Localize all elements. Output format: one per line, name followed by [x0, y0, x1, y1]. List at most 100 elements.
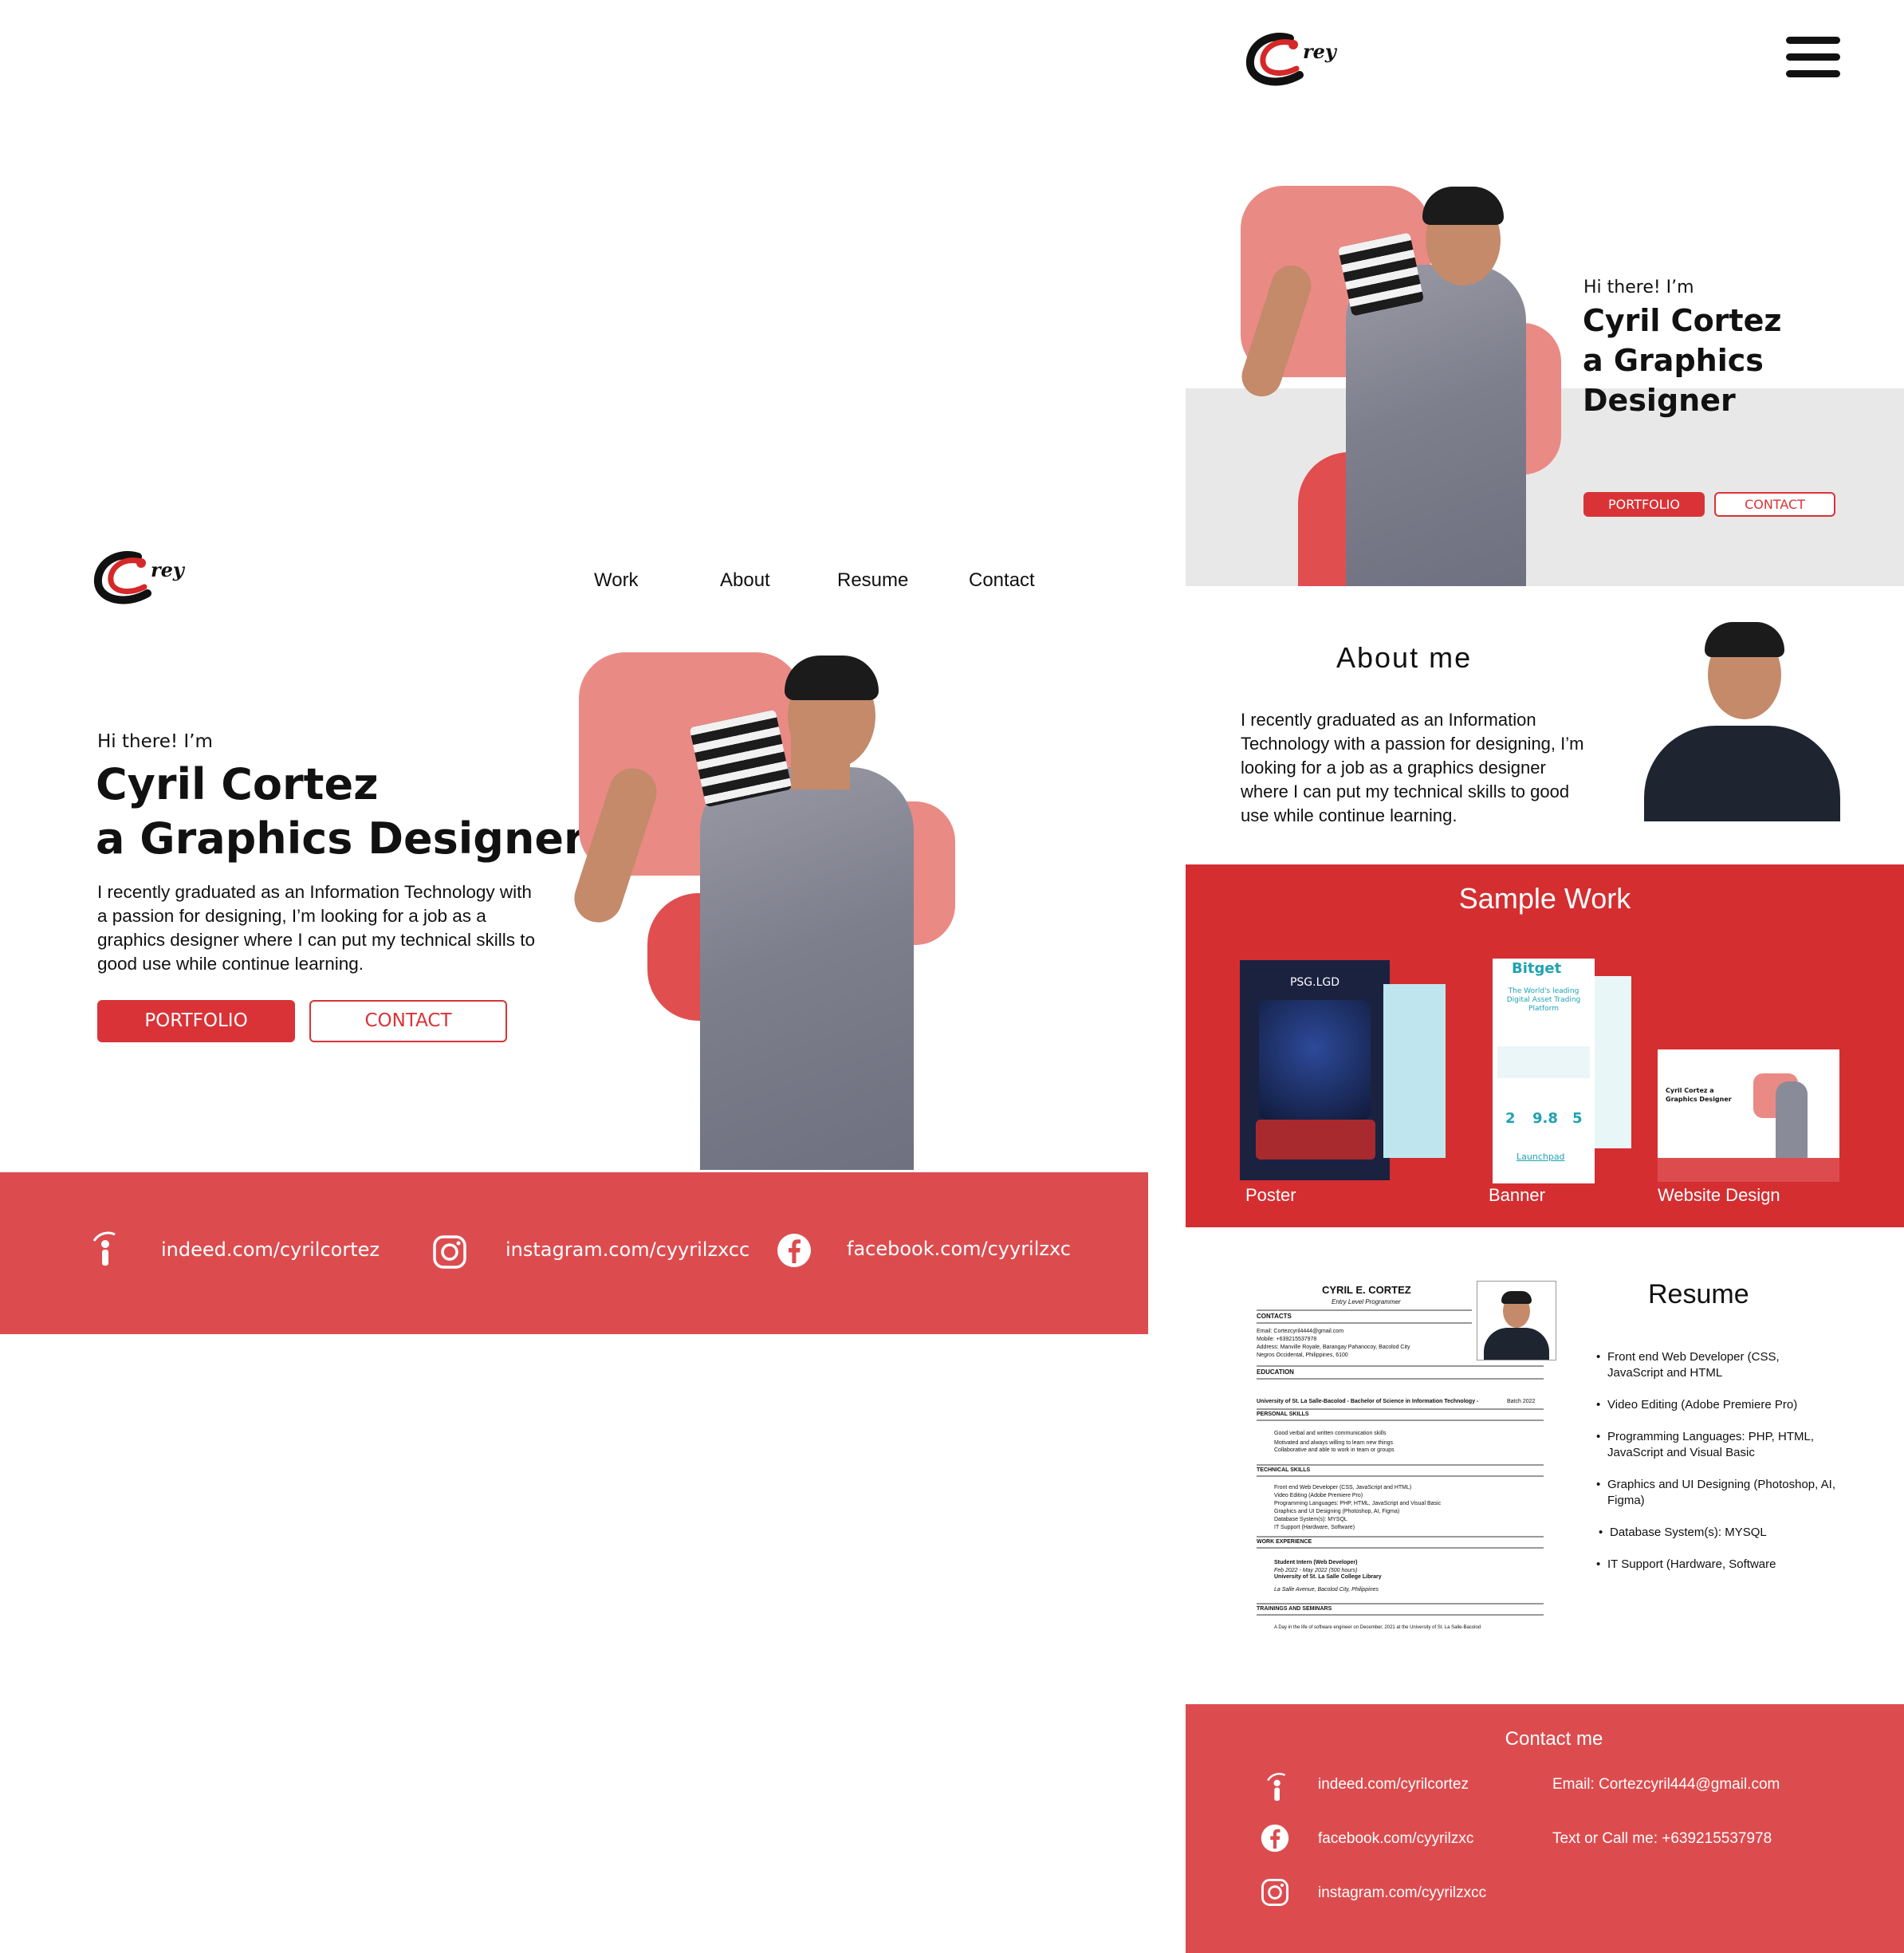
contact-instagram-link[interactable]: instagram.com/cyyrilzxcc [1318, 1884, 1486, 1902]
website-thumbnail[interactable]: Cyril Cortez a Graphics Designer [1658, 1049, 1839, 1182]
banner-brand: Bitget [1512, 960, 1562, 977]
sample-work-title: Sample Work [1458, 882, 1631, 915]
nav-about[interactable]: About [720, 569, 770, 592]
website-label: Website Design [1658, 1185, 1780, 1205]
instagram-icon[interactable] [432, 1234, 467, 1270]
mobile-logo[interactable]: rey [1244, 29, 1339, 93]
contact-email[interactable]: Email: Cortezcyril444@gmail.com [1552, 1776, 1780, 1794]
mobile-hero-title-2: Designer [1583, 383, 1736, 418]
resume-personal-3: Collaborative and able to work in team o… [1274, 1447, 1395, 1453]
mobile-device-carried [1337, 232, 1425, 317]
resume-work-place: University of St. La Salle College Libra… [1274, 1574, 1382, 1580]
resume-school: University of St. La Salle-Bacolod - Bac… [1257, 1399, 1479, 1404]
banner-side [1595, 976, 1631, 1148]
website-thumb-title: Cyril Cortez a Graphics Designer [1666, 1087, 1732, 1103]
hero-name: Cyril Cortez [96, 759, 379, 809]
nav-resume[interactable]: Resume [837, 569, 908, 592]
resume-tech-3: Programming Languages: PHP, HTML, JavaSc… [1274, 1501, 1442, 1506]
footer-facebook-link[interactable]: facebook.com/cyyrilzxc [847, 1238, 1071, 1260]
resume-address-2: Negros Occidental, Philippines, 6100 [1257, 1353, 1348, 1358]
facebook-icon[interactable] [777, 1233, 812, 1268]
person-torso [700, 767, 914, 1170]
mobile-portfolio-button[interactable]: PORTFOLIO [1583, 492, 1705, 517]
resume-section-work: WORK EXPERIENCE [1257, 1539, 1312, 1545]
contact-title: Contact me [1505, 1728, 1603, 1750]
resume-mobile: Mobile: +639215537978 [1257, 1337, 1317, 1342]
resume-skill-2: • Video Editing (Adobe Premiere Pro) [1596, 1398, 1798, 1412]
resume-skill-3: • Programming Languages: PHP, HTML, JavaS… [1596, 1430, 1815, 1459]
resume-skill-1: • Front end Web Developer (CSS, JavaScrip… [1596, 1350, 1780, 1380]
resume-email: Email: Cortezcyril4444@gmail.com [1257, 1329, 1344, 1334]
contact-indeed-icon[interactable] [1264, 1771, 1288, 1801]
banner-stat-2: 9.8 [1532, 1110, 1558, 1127]
desktop-footer: indeed.com/cyrilcortez instagram.com/cyy… [0, 1172, 1148, 1334]
poster-side [1390, 984, 1446, 1158]
resume-section-trainings: TRAININGS AND SEMINARS [1257, 1606, 1332, 1612]
resume-skill-4: • Graphics and UI Designing (Photoshop, A… [1596, 1478, 1835, 1507]
resume-tech-5: Database System(s): MYSQL [1274, 1517, 1347, 1522]
mobile-hero-greeting: Hi there! I’m [1583, 278, 1694, 297]
contact-phone[interactable]: Text or Call me: +639215537978 [1552, 1830, 1772, 1848]
indeed-icon[interactable] [89, 1230, 118, 1266]
nav-work[interactable]: Work [594, 569, 639, 592]
about-title: About me [1336, 641, 1473, 674]
resume-tech-6: IT Support (Hardware, Software) [1274, 1525, 1355, 1530]
resume-tech-1: Front end Web Developer (CSS, JavaScript… [1274, 1485, 1412, 1490]
contact-instagram-icon[interactable] [1261, 1878, 1289, 1907]
hero-description: I recently graduated as an Information T… [97, 882, 536, 974]
about-photo [1644, 606, 1840, 821]
logo-text: rey [1303, 40, 1336, 63]
resume-document[interactable]: CYRIL E. CORTEZ Entry Level Programmer C… [1252, 1281, 1556, 1664]
resume-section-contacts: CONTACTS [1257, 1313, 1292, 1320]
poster-thumbnail[interactable]: PSG.LGD [1240, 960, 1390, 1180]
resume-work-title: Student Intern (Web Developer) [1274, 1560, 1358, 1565]
banner-tagline: The World's leading Digital Asset Tradin… [1506, 987, 1581, 1013]
hero-greeting: Hi there! I’m [97, 731, 213, 752]
mobile-contact-section: Contact me indeed.com/cyrilcortez facebo… [1186, 1704, 1904, 1953]
resume-address: Address: Manville Royale, Barangay Pahan… [1257, 1345, 1410, 1350]
contact-facebook-icon[interactable] [1261, 1824, 1289, 1853]
portfolio-button[interactable]: PORTFOLIO [97, 1000, 295, 1042]
hero-title: a Graphics Designer [96, 813, 585, 864]
mobile-person-torso [1346, 265, 1526, 586]
resume-personal-2: Motivated and always willing to learn ne… [1274, 1440, 1394, 1446]
banner-stat-1: 2 [1505, 1110, 1516, 1127]
nav-contact[interactable]: Contact [969, 569, 1035, 592]
mobile-hero-name: Cyril Cortez [1583, 303, 1782, 338]
resume-tech-2: Video Editing (Adobe Premiere Pro) [1274, 1493, 1363, 1498]
contact-indeed-link[interactable]: indeed.com/cyrilcortez [1318, 1776, 1469, 1794]
resume-section-education: EDUCATION [1257, 1368, 1294, 1376]
hamburger-menu-icon[interactable] [1786, 37, 1840, 78]
contact-facebook-link[interactable]: facebook.com/cyyrilzxc [1318, 1830, 1473, 1848]
mobile-contact-button[interactable]: CONTACT [1714, 492, 1835, 517]
resume-doc-photo [1477, 1281, 1556, 1360]
resume-section-technical: TECHNICAL SKILLS [1257, 1467, 1311, 1473]
footer-instagram-link[interactable]: instagram.com/cyyrilzxcc [506, 1238, 749, 1261]
footer-indeed-link[interactable]: indeed.com/cyrilcortez [161, 1238, 380, 1261]
contact-button[interactable]: CONTACT [309, 1000, 507, 1042]
desktop-logo[interactable]: rey [92, 547, 187, 611]
resume-doc-role: Entry Level Programmer [1332, 1298, 1401, 1305]
sample-work-section: Sample Work PSG.LGD Poster Bitget The Wo… [1186, 864, 1904, 1227]
resume-skill-5: • Database System(s): MYSQL [1599, 1526, 1767, 1539]
resume-training-1: A Day in the life of software engineer o… [1274, 1625, 1481, 1630]
resume-work-address: La Salle Avenue, Bacolod City, Philippin… [1274, 1587, 1379, 1593]
resume-batch: Batch 2022 [1507, 1399, 1536, 1404]
mobile-person-hair [1422, 187, 1504, 225]
logo-text: rey [151, 558, 184, 581]
banner-launchpad: Launchpad [1517, 1152, 1565, 1162]
resume-section-personal: PERSONAL SKILLS [1257, 1412, 1309, 1417]
resume-work-dates: Feb 2022 - May 2022 (500 hours) [1274, 1568, 1358, 1573]
mobile-hero-title-1: a Graphics [1583, 343, 1764, 378]
banner-label: Banner [1489, 1185, 1545, 1205]
banner-stat-3: 5 [1572, 1110, 1583, 1127]
banner-thumbnail[interactable]: Bitget The World's leading Digital Asset… [1493, 959, 1595, 1183]
poster-title: PSG.LGD [1289, 976, 1340, 989]
resume-skill-6: • IT Support (Hardware, Software [1596, 1557, 1776, 1571]
poster-label: Poster [1245, 1185, 1296, 1205]
resume-title: Resume [1648, 1279, 1749, 1309]
person-hair [785, 656, 879, 700]
about-text: I recently graduated as an Information T… [1241, 710, 1584, 825]
resume-doc-name: CYRIL E. CORTEZ [1322, 1284, 1411, 1296]
resume-personal-1: Good verbal and written communication sk… [1274, 1431, 1387, 1436]
